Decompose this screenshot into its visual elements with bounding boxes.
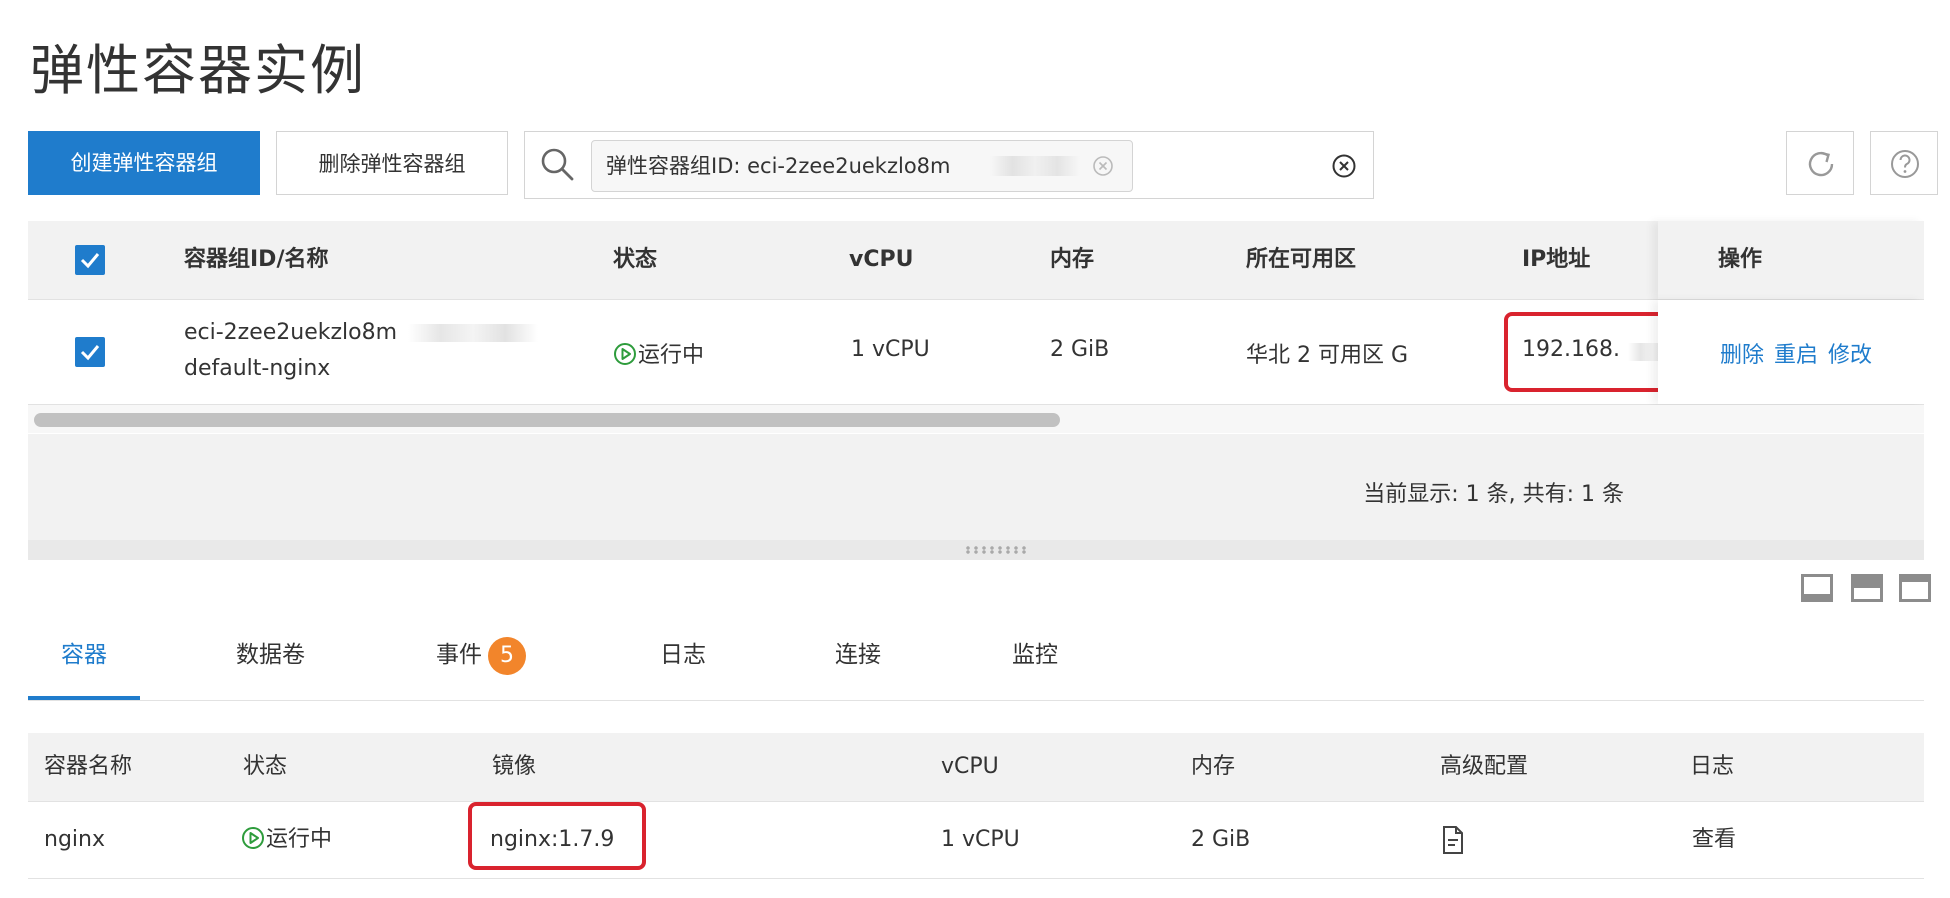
create-container-group-button[interactable]: 创建弹性容器组 — [28, 131, 260, 195]
layout-top-icon[interactable] — [1899, 574, 1931, 602]
container-table-header: 容器名称 状态 镜像 vCPU 内存 高级配置 日志 — [28, 733, 1924, 802]
container-memory: 2 GiB — [1191, 827, 1251, 852]
redacted-id-blur — [408, 324, 538, 342]
col-container-name: 容器名称 — [44, 754, 133, 779]
memory-value: 2 GiB — [1050, 337, 1110, 362]
ip-address: 192.168. — [1522, 337, 1620, 362]
row-checkbox[interactable] — [75, 337, 105, 367]
tab-volumes[interactable]: 数据卷 — [236, 630, 305, 700]
container-vcpu: 1 vCPU — [941, 827, 1020, 852]
select-all-checkbox[interactable] — [75, 245, 105, 275]
grip-icon — [964, 546, 1028, 554]
tab-logs[interactable]: 日志 — [660, 630, 706, 700]
search-tag-text: 弹性容器组ID: eci-2zee2uekzlo8m — [606, 154, 951, 178]
tag-remove-icon[interactable] — [1092, 155, 1114, 177]
col-memory[interactable]: 内存 — [1050, 221, 1094, 299]
col-container-status: 状态 — [243, 754, 288, 779]
container-status: 运行中 — [241, 802, 332, 878]
refresh-icon — [1808, 151, 1834, 177]
document-icon[interactable] — [1441, 825, 1465, 855]
tab-monitor[interactable]: 监控 — [1012, 630, 1058, 700]
row-actions: 删除 重启 修改 — [1658, 300, 1924, 404]
running-status-icon — [614, 343, 636, 365]
panel-resize-handle[interactable] — [28, 540, 1924, 560]
redacted-id-blur — [990, 156, 1080, 176]
col-container-memory: 内存 — [1191, 754, 1236, 779]
col-id-name[interactable]: 容器组ID/名称 — [184, 221, 328, 299]
tab-events-label: 事件 — [436, 642, 482, 668]
layout-bottom-icon[interactable] — [1801, 574, 1833, 602]
col-image: 镜像 — [492, 754, 537, 779]
delete-container-group-button[interactable]: 删除弹性容器组 — [276, 131, 508, 195]
refresh-button[interactable] — [1786, 131, 1854, 195]
container-name: nginx — [44, 827, 105, 852]
modify-link[interactable]: 修改 — [1828, 337, 1872, 369]
group-table-header: 容器组ID/名称 状态 vCPU 内存 所在可用区 IP地址 — [28, 221, 1924, 300]
scrollbar-thumb[interactable] — [34, 413, 1060, 427]
check-icon — [80, 345, 100, 361]
search-filter-tag: 弹性容器组ID: eci-2zee2uekzlo8m — [591, 140, 1133, 192]
table-footer: 当前显示: 1 条, 共有: 1 条 — [28, 434, 1924, 540]
clear-search-icon[interactable] — [1331, 153, 1357, 179]
help-icon — [1891, 150, 1919, 178]
status-running: 运行中 — [613, 337, 704, 369]
container-group-name: default-nginx — [184, 356, 331, 381]
page-title: 弹性容器实例 — [30, 39, 366, 102]
search-icon — [541, 148, 574, 181]
col-actions: 操作 — [1718, 247, 1763, 272]
col-ip[interactable]: IP地址 — [1522, 221, 1590, 299]
layout-split-icon[interactable] — [1851, 574, 1883, 602]
delete-link[interactable]: 删除 — [1720, 337, 1764, 369]
col-actions-header: 操作 — [1658, 221, 1924, 299]
restart-link[interactable]: 重启 — [1774, 337, 1818, 369]
col-zone[interactable]: 所在可用区 — [1246, 221, 1356, 299]
horizontal-scrollbar[interactable] — [28, 405, 1924, 433]
view-log-link[interactable]: 查看 — [1692, 802, 1736, 878]
check-icon — [80, 253, 100, 269]
col-container-vcpu: vCPU — [941, 754, 999, 779]
table-row[interactable]: eci-2zee2uekzlo8m default-nginx 运行中 1 vC… — [28, 300, 1924, 405]
events-count-badge: 5 — [488, 636, 526, 675]
pagination-summary: 当前显示: 1 条, 共有: 1 条 — [1363, 482, 1624, 507]
col-status[interactable]: 状态 — [613, 221, 657, 299]
running-status-icon — [242, 827, 264, 849]
col-advanced-config: 高级配置 — [1440, 754, 1529, 779]
vcpu-value: 1 vCPU — [851, 337, 930, 362]
tab-containers[interactable]: 容器 — [28, 630, 140, 700]
detail-tabs: 容器 数据卷 事件 5 日志 连接 监控 — [28, 630, 1924, 701]
col-vcpu[interactable]: vCPU — [849, 221, 913, 299]
table-row: nginx 运行中 nginx:1.7.9 1 vCPU 2 GiB 查看 — [28, 802, 1924, 879]
container-group-id[interactable]: eci-2zee2uekzlo8m — [184, 320, 397, 345]
tab-events[interactable]: 事件 5 — [436, 630, 526, 700]
help-button[interactable] — [1870, 131, 1938, 195]
search-box[interactable]: 弹性容器组ID: eci-2zee2uekzlo8m — [524, 131, 1374, 199]
container-image: nginx:1.7.9 — [490, 827, 615, 852]
status-text: 运行中 — [638, 343, 705, 368]
container-status-text: 运行中 — [266, 827, 333, 852]
tab-connect[interactable]: 连接 — [835, 630, 881, 700]
col-container-log: 日志 — [1690, 754, 1735, 779]
zone-value: 华北 2 可用区 G — [1246, 343, 1409, 368]
